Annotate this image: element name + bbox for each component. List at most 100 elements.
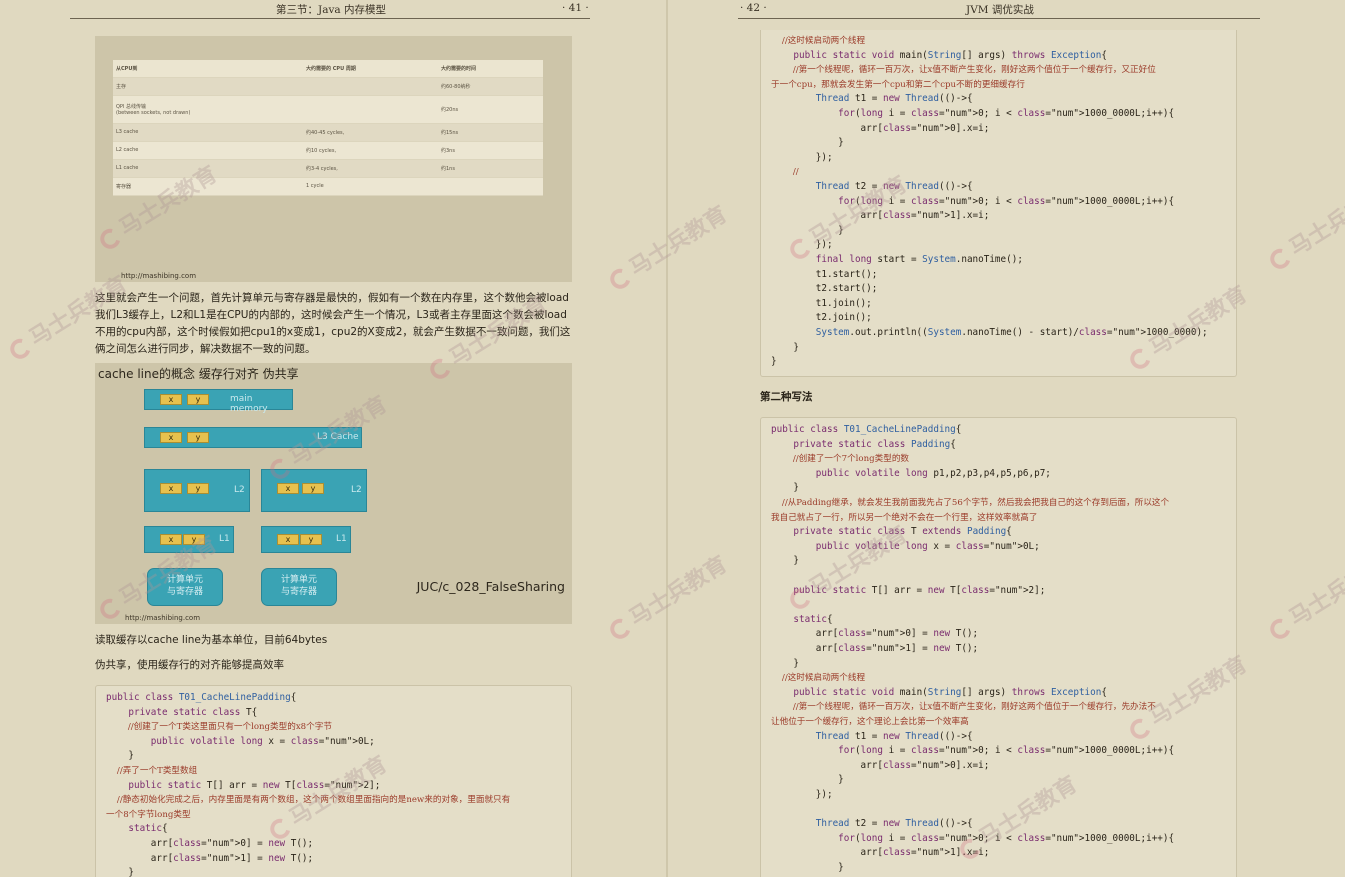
table-cell: 约15ns (438, 123, 543, 142)
code-line: } (771, 482, 799, 494)
table-cell: 约20ns (438, 95, 543, 124)
code-line: } (771, 555, 799, 567)
l1-cache-box-cpu1: x y L1 (144, 526, 234, 553)
table-cell: 约1ns (438, 159, 543, 178)
code-line: public volatile long x = class="num">0L; (150, 735, 375, 747)
cell-y: y (183, 534, 205, 545)
cache-line-size-note: 读取缓存以cache line为基本单位，目前64bytes (95, 634, 328, 646)
code-line: public class T01_CacheLinePadding{ (771, 424, 962, 435)
code-line: arr[class="num">0] = new T(); (771, 628, 979, 640)
table-cell: QPI 总线传输 (between sockets, not drawn) (113, 95, 303, 124)
code-line: arr[class="num">1].x=i; (771, 847, 990, 859)
code-line: 一个8个字节long类型 (106, 809, 191, 820)
table-cell: L2 cache (113, 141, 303, 160)
code-line: //弄了一个T类型数组 (106, 766, 198, 776)
diagram-source-path: JUC/c_028_FalseSharing (416, 579, 565, 594)
table-cell: 约3ns (438, 141, 543, 160)
code-line: Thread t1 = new Thread(()->{ (815, 93, 973, 105)
code-line: public static void main(String[] args) t… (793, 686, 1107, 698)
cell-y: y (302, 483, 324, 494)
table-row: QPI 总线传输 (between sockets, not drawn) 约20… (113, 95, 543, 124)
false-sharing-note: 伪共享，使用缓存行的对齐能够提高效率 (95, 659, 284, 671)
l1-cache-box-cpu2: x y L1 (261, 526, 351, 553)
diagram-caption-url: http://mashibing.com (125, 614, 201, 622)
diagram-title: cache line的概念 缓存行对齐 伪共享 (98, 367, 299, 381)
table-cell: 1 cycle (303, 177, 438, 196)
code-line: final long start = System.nanoTime(); (815, 254, 1023, 265)
code-block-right-1: //这时候启动两个线程 public static void main(Stri… (760, 30, 1237, 377)
code-line: public static T[] arr = new T[class="num… (128, 779, 381, 791)
table-row: L2 cache 约10 cycles, 约3ns (113, 141, 543, 160)
table-cell (303, 95, 438, 124)
right-header-title: JVM 调优实战 (966, 4, 1034, 16)
code-line: } (771, 774, 844, 786)
cpu-label-line2: 与寄存器 (166, 587, 203, 597)
cpu1-compute-unit: 计算单元 与寄存器 (147, 568, 223, 606)
table-cell: 寄存器 (113, 177, 303, 196)
cell-y: y (187, 432, 209, 443)
code-line: arr[class="num">1].x=i; (771, 210, 990, 222)
code-line: } (771, 341, 799, 353)
right-page-number: · 42 · (740, 2, 767, 14)
code-line: 于一个cpu，那就会发生第一个cpu和第二个cpu不断的更细缓存行 (771, 79, 1025, 90)
code-line: for(long i = class="num">0; i < class="n… (838, 745, 1175, 757)
code-line: }); (771, 789, 833, 800)
right-header-rule (738, 18, 1260, 19)
code-line: t1.join(); (771, 297, 872, 309)
main-memory-label: main memory (230, 394, 268, 414)
code-line: for(long i = class="num">0; i < class="n… (838, 108, 1175, 119)
l2-label: L2 (234, 485, 245, 495)
code-line: System.out.println((System.nanoTime() - … (815, 327, 1208, 338)
table-cell: L3 cache (113, 123, 303, 142)
explanation-paragraph: 这里就会产生一个问题，首先计算单元与寄存器是最快的，假如有一个数在内存里，这个数… (95, 292, 571, 355)
table-header-cell: 从CPU到 (113, 60, 303, 78)
cell-x: x (277, 483, 299, 494)
l3-cache-box: x y L3 Cache (144, 427, 362, 448)
code-line: }); (771, 151, 833, 163)
code-line: } (771, 657, 799, 669)
code-line: // (771, 167, 799, 178)
code-line: } (771, 862, 844, 873)
right-page: · 42 · JVM 调优实战 //这时候启动两个线程 public stati… (668, 0, 1345, 877)
table-cell: 约10 cycles, (303, 141, 438, 160)
cell-y: y (300, 534, 322, 545)
code-line: private static class T{ (128, 706, 258, 718)
table-header-row: 从CPU到 大约需要的 CPU 周期 大约需要的时间 (113, 60, 543, 78)
l3-cache-label: L3 Cache (317, 432, 359, 442)
code-line: arr[class="num">0] = new T(); (106, 838, 314, 849)
code-line: Thread t2 = new Thread(()->{ (815, 818, 973, 830)
second-approach-heading: 第二种写法 (760, 391, 813, 403)
code-line: public class T01_CacheLinePadding{ (106, 692, 297, 703)
code-line: }); (771, 239, 833, 251)
cpu-label-line2: 与寄存器 (280, 587, 317, 597)
cell-y: y (187, 394, 209, 405)
cell-x: x (160, 534, 182, 545)
table-cell (303, 77, 438, 96)
table-cell: 约3-4 cycles, (303, 159, 438, 178)
code-line: 让他位于一个缓存行，这个理论上会比第一个效率高 (771, 717, 969, 727)
cpu-latency-figure: 从CPU到 大约需要的 CPU 周期 大约需要的时间 主存 约60-80纳秒 QPI… (95, 36, 572, 282)
cpu-latency-table: 从CPU到 大约需要的 CPU 周期 大约需要的时间 主存 约60-80纳秒 QPI… (113, 60, 543, 196)
main-memory-box: x y main memory (144, 389, 293, 414)
code-line: t2.start(); (771, 283, 878, 295)
table-body: 主存 约60-80纳秒 QPI 总线传输 (between sockets, not… (113, 77, 543, 196)
table-row: 主存 约60-80纳秒 (113, 77, 543, 96)
code-line: public volatile long x = class="num">0L; (815, 540, 1040, 552)
left-header-rule (70, 18, 590, 19)
code-line: static{ (128, 823, 168, 835)
left-page: 第三节：Java 内存模型 · 41 · 从CPU到 大约需要的 CPU 周期 … (0, 0, 666, 877)
code-line: for(long i = class="num">0; i < class="n… (838, 195, 1175, 207)
code-line: private static class T extends Padding{ (793, 526, 1012, 538)
code-line: arr[class="num">0].x=i; (771, 759, 990, 771)
code-line: static{ (793, 613, 833, 625)
cell-x: x (160, 432, 182, 443)
code-line: //这时候启动两个线程 (771, 673, 866, 684)
cell-y: y (187, 483, 209, 494)
code-line: //创建了一个7个long类型的数 (771, 454, 910, 465)
table-row: L3 cache 约40-45 cycles, 约15ns (113, 123, 543, 142)
table-row: L1 cache 约3-4 cycles, 约1ns (113, 159, 543, 178)
table-header-cell: 大约需要的时间 (438, 60, 543, 78)
l1-label: L1 (336, 534, 347, 544)
table-cell: 约60-80纳秒 (438, 77, 543, 96)
l1-label: L1 (219, 534, 230, 544)
